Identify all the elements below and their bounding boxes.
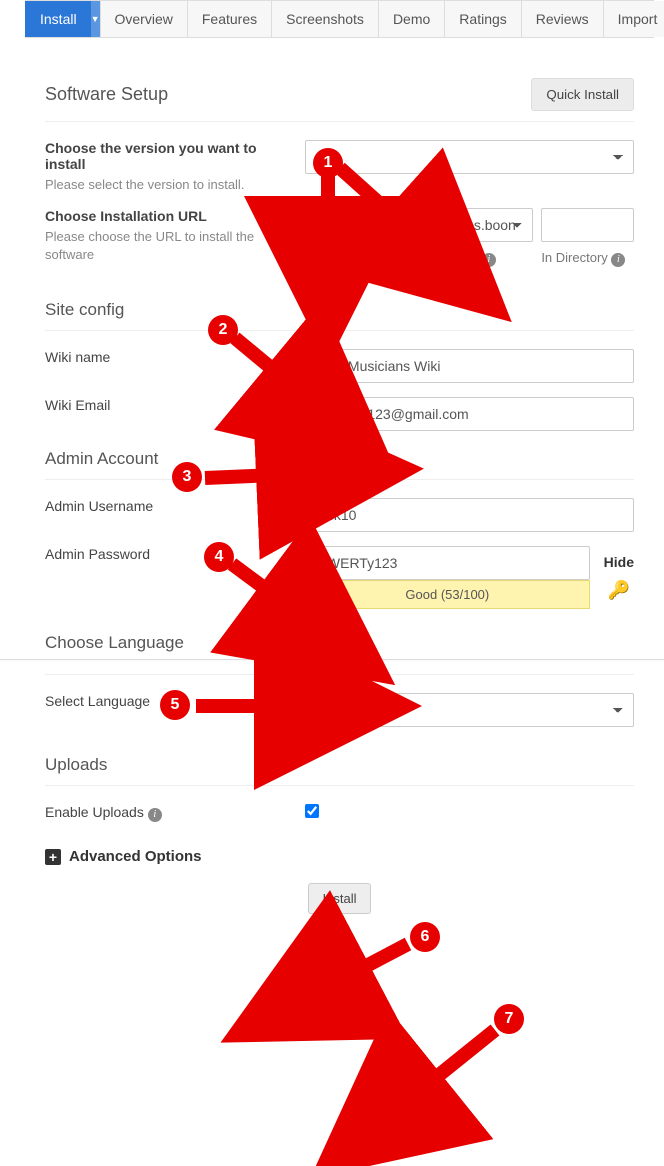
admin-password-label: Admin Password: [45, 546, 287, 562]
wiki-name-label: Wiki name: [45, 349, 287, 365]
wiki-email-label: Wiki Email: [45, 397, 287, 413]
annotation-badge-5: 5: [160, 690, 190, 720]
in-directory-input[interactable]: [541, 208, 634, 242]
divider: [0, 659, 664, 660]
wiki-name-input[interactable]: [305, 349, 634, 383]
tab-features[interactable]: Features: [187, 1, 271, 37]
annotation-badge-3: 3: [172, 462, 202, 492]
info-icon[interactable]: i: [148, 808, 162, 822]
admin-username-input[interactable]: [305, 498, 634, 532]
password-strength: Good (53/100): [305, 580, 590, 609]
divider: [45, 785, 634, 786]
version-select[interactable]: 0: [305, 140, 634, 174]
tab-import[interactable]: Import: [603, 1, 664, 37]
version-sublabel: Please select the version to install.: [45, 176, 287, 194]
domain-caption: Choose Domain: [385, 250, 478, 265]
tab-ratings[interactable]: Ratings: [444, 1, 520, 37]
enable-uploads-label: Enable Uploads: [45, 804, 144, 820]
wiki-email-input[interactable]: [305, 397, 634, 431]
tab-install[interactable]: Install: [25, 1, 91, 37]
uploads-title: Uploads: [45, 755, 107, 775]
divider: [45, 674, 634, 675]
admin-account-title: Admin Account: [45, 449, 158, 469]
hide-password-link[interactable]: Hide: [604, 554, 634, 570]
annotation-badge-2: 2: [208, 315, 238, 345]
domain-select[interactable]: usamusicians.boon: [385, 208, 533, 242]
annotation-badge-1: 1: [313, 148, 343, 178]
install-url-label: Choose Installation URL: [45, 208, 287, 224]
tab-reviews[interactable]: Reviews: [521, 1, 603, 37]
language-select[interactable]: English: [305, 693, 634, 727]
quick-install-button[interactable]: Quick Install: [531, 78, 634, 111]
annotation-badge-7: 7: [494, 1004, 524, 1034]
tabs-nav: Install ▼ Overview Features Screenshots …: [25, 0, 654, 38]
info-icon[interactable]: i: [356, 268, 370, 282]
version-label: Choose the version you want to install: [45, 140, 287, 172]
tab-demo[interactable]: Demo: [378, 1, 444, 37]
indir-caption: In Directory: [541, 250, 607, 265]
info-icon[interactable]: i: [482, 253, 496, 267]
advanced-options-label: Advanced Options: [69, 848, 202, 865]
admin-password-input[interactable]: [305, 546, 590, 580]
annotation-badge-6: 6: [410, 922, 440, 952]
protocol-caption: Choose Protocol: [305, 250, 353, 280]
info-icon[interactable]: i: [611, 253, 625, 267]
tab-screenshots[interactable]: Screenshots: [271, 1, 378, 37]
divider: [45, 121, 634, 122]
generate-key-icon[interactable]: 🔑: [608, 580, 630, 601]
divider: [45, 479, 634, 480]
site-config-title: Site config: [45, 300, 124, 320]
advanced-options-toggle[interactable]: + Advanced Options: [45, 848, 634, 865]
choose-language-title: Choose Language: [45, 633, 184, 653]
plus-icon: +: [45, 849, 61, 865]
install-url-sublabel: Please choose the URL to install the sof…: [45, 228, 287, 264]
tab-overview[interactable]: Overview: [100, 1, 187, 37]
install-button[interactable]: Install: [308, 883, 372, 914]
enable-uploads-checkbox[interactable]: [305, 804, 319, 818]
software-setup-title: Software Setup: [45, 84, 168, 105]
protocol-select[interactable]: http://: [305, 208, 377, 242]
admin-username-label: Admin Username: [45, 498, 287, 514]
tab-install-dropdown[interactable]: ▼: [91, 1, 100, 37]
divider: [45, 330, 634, 331]
annotation-badge-4: 4: [204, 542, 234, 572]
